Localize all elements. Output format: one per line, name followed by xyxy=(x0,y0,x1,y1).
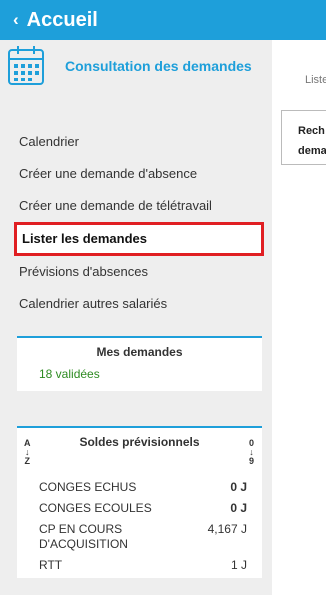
solde-row: RTT 1 J xyxy=(17,558,262,573)
search-panel[interactable]: Rech… dema… xyxy=(281,110,326,165)
solde-value: 4,167 J xyxy=(207,522,247,536)
list-label: Liste xyxy=(305,74,326,86)
solde-label: CONGES ECOULES xyxy=(39,501,152,515)
soldes-card: A ↓ Z Soldes prévisionnels 0 ↓ 9 CONGES … xyxy=(17,426,262,578)
nav-item-creer-absence[interactable]: Créer une demande d'absence xyxy=(0,158,272,190)
calendar-icon xyxy=(8,46,44,85)
solde-value: 0 J xyxy=(230,501,247,515)
nav-item-calendrier-autres[interactable]: Calendrier autres salariés xyxy=(0,288,272,320)
main-content: Liste Rech… dema… xyxy=(272,40,326,595)
mes-demandes-card: Mes demandes 18 validées xyxy=(17,336,262,391)
sidebar-nav: Calendrier Créer une demande d'absence C… xyxy=(0,126,272,320)
validated-count-link[interactable]: 18 validées xyxy=(39,367,262,381)
solde-label: CP EN COURS D'ACQUISITION xyxy=(39,522,128,551)
nav-item-calendrier[interactable]: Calendrier xyxy=(0,126,272,158)
sidebar: Consultation des demandes Calendrier Cré… xyxy=(0,40,272,595)
home-title[interactable]: Accueil xyxy=(27,9,98,32)
top-bar: ‹ Accueil xyxy=(0,0,326,40)
sort-numeric-icon[interactable]: 0 ↓ 9 xyxy=(249,439,254,466)
solde-row: CONGES ECHUS 0 J xyxy=(17,480,262,495)
chevron-left-icon[interactable]: ‹ xyxy=(13,10,19,30)
soldes-title: Soldes prévisionnels xyxy=(79,435,200,449)
solde-label: CONGES ECHUS xyxy=(39,480,137,494)
nav-item-creer-teletravail[interactable]: Créer une demande de télétravail xyxy=(0,190,272,222)
solde-row: CP EN COURS D'ACQUISITION 4,167 J xyxy=(17,522,262,552)
solde-row: CONGES ECOULES 0 J xyxy=(17,501,262,516)
nav-item-lister-demandes[interactable]: Lister les demandes xyxy=(14,222,264,256)
solde-value: 0 J xyxy=(230,480,247,494)
soldes-list: CONGES ECHUS 0 J CONGES ECOULES 0 J CP E… xyxy=(17,480,262,579)
module-header: Consultation des demandes xyxy=(0,40,272,92)
module-title: Consultation des demandes xyxy=(65,58,252,74)
solde-value: 1 J xyxy=(230,558,247,572)
solde-label: RTT xyxy=(39,558,63,572)
sort-alpha-icon[interactable]: A ↓ Z xyxy=(24,439,31,466)
nav-item-previsions-absences[interactable]: Prévisions d'absences xyxy=(0,256,272,288)
mes-demandes-title: Mes demandes xyxy=(96,345,183,359)
